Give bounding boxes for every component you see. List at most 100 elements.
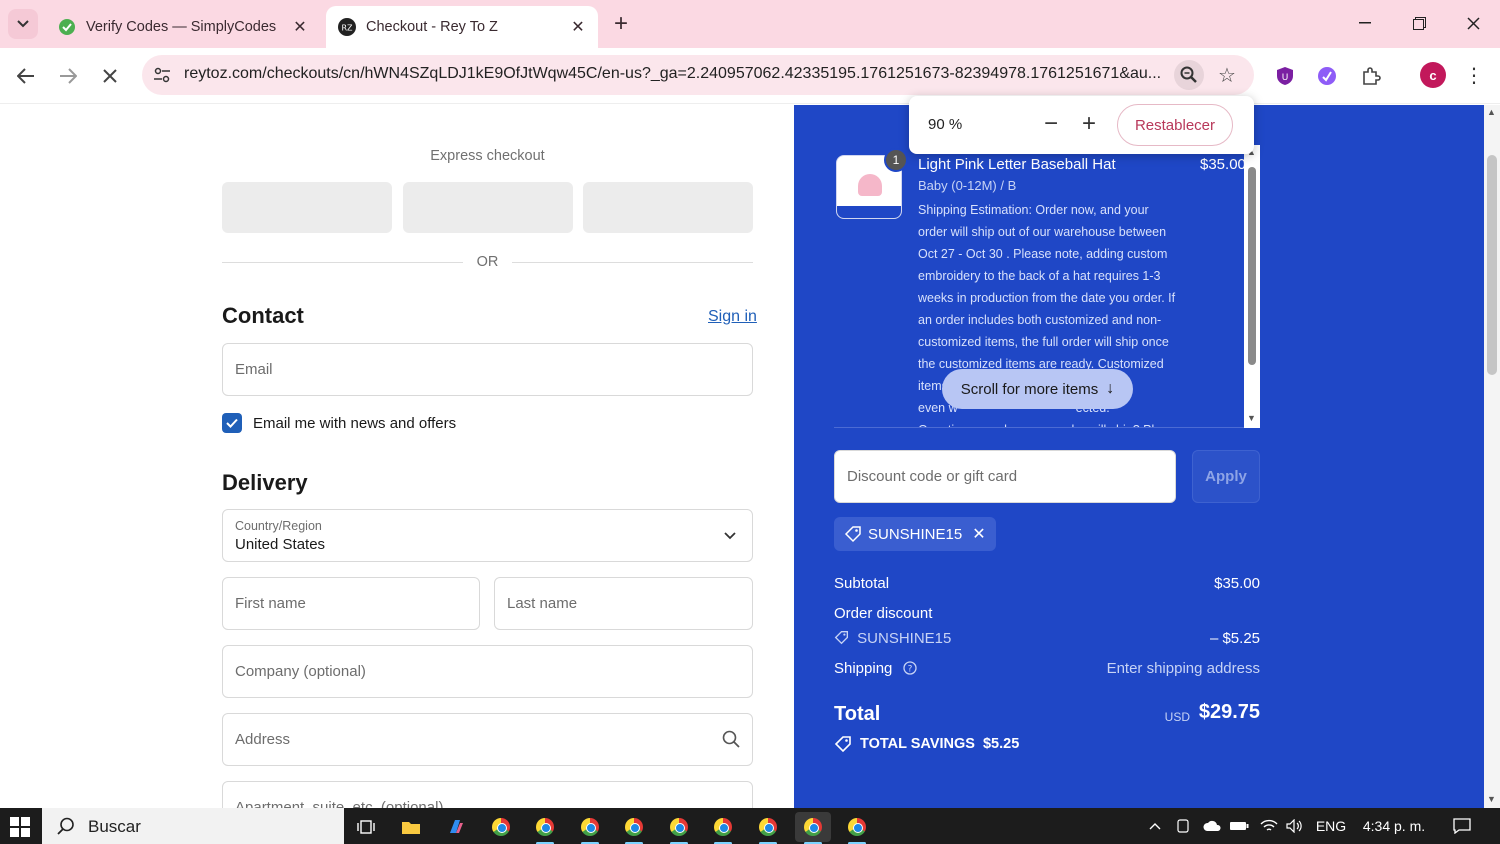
zoom-reset-button[interactable]: Restablecer: [1117, 104, 1233, 146]
scroll-more-label: Scroll for more items: [960, 380, 1099, 398]
chrome-icon[interactable]: [705, 812, 741, 844]
language-indicator[interactable]: ENG: [1312, 808, 1350, 844]
stop-loading-button[interactable]: [94, 60, 126, 92]
zoom-popup: 90 % − + Restablecer: [909, 96, 1254, 154]
browser-tab-strip: Verify Codes — SimplyCodes ✕ RZ Checkout…: [0, 0, 1500, 48]
chrome-icon[interactable]: [572, 812, 608, 844]
total-label: Total: [834, 703, 881, 725]
svg-text:U: U: [1282, 73, 1289, 83]
email-field[interactable]: Email: [222, 343, 753, 396]
notifications-icon[interactable]: [1448, 808, 1476, 844]
task-view-icon[interactable]: [348, 812, 384, 842]
extension-icon[interactable]: [1312, 61, 1342, 91]
windows-taskbar: Buscar ENG 4:34 p. m.: [0, 808, 1500, 844]
chrome-icon[interactable]: [661, 812, 697, 844]
site-info-icon[interactable]: [150, 63, 174, 87]
express-pay-button[interactable]: [222, 182, 392, 233]
chrome-icon[interactable]: [795, 812, 831, 844]
news-offers-row[interactable]: Email me with news and offers: [222, 412, 456, 434]
chrome-icon[interactable]: [750, 812, 786, 844]
scroll-more-button[interactable]: Scroll for more items ↓: [942, 369, 1133, 409]
discount-code-row: SUNSHINE15 – $5.25: [834, 630, 1260, 649]
discount-input[interactable]: Discount code or gift card: [834, 450, 1176, 503]
svg-text:RZ: RZ: [341, 24, 353, 33]
browser-menu-icon[interactable]: ⋮: [1461, 60, 1487, 90]
close-tab-icon[interactable]: ✕: [290, 17, 310, 37]
or-divider: OR: [222, 253, 753, 273]
onedrive-cloud-icon[interactable]: [1200, 808, 1224, 844]
order-discount-label: Order discount: [834, 605, 933, 622]
profile-avatar[interactable]: c: [1420, 62, 1446, 88]
tag-icon: [834, 735, 852, 753]
country-select[interactable]: Country/Region United States: [222, 509, 753, 562]
apply-button[interactable]: Apply: [1192, 450, 1260, 503]
restore-button[interactable]: [1392, 0, 1446, 46]
back-button[interactable]: [10, 60, 42, 92]
country-label: Country/Region: [235, 519, 322, 533]
device-icon[interactable]: [1172, 808, 1194, 844]
chrome-icon[interactable]: [483, 812, 519, 842]
copilot-icon[interactable]: [438, 812, 474, 842]
close-tab-icon[interactable]: ✕: [568, 17, 588, 37]
search-label: Buscar: [88, 817, 141, 836]
shipping-value: Enter shipping address: [1106, 660, 1260, 677]
news-offers-checkbox[interactable]: [222, 413, 242, 433]
tab-checkout[interactable]: RZ Checkout - Rey To Z ✕: [326, 6, 598, 48]
cart-scrollbar[interactable]: ▲ ▼: [1244, 145, 1260, 428]
chrome-icon[interactable]: [839, 812, 875, 844]
zoom-out-button[interactable]: −: [1037, 110, 1065, 138]
tab-simplycodes[interactable]: Verify Codes — SimplyCodes ✕: [46, 6, 320, 48]
url-text[interactable]: reytoz.com/checkouts/cn/hWN4SZqLDJ1kE9Of…: [184, 65, 1164, 83]
clock[interactable]: 4:34 p. m.: [1358, 808, 1430, 844]
delivery-heading: Delivery: [222, 470, 308, 495]
file-explorer-icon[interactable]: [393, 812, 429, 842]
ublock-extension-icon[interactable]: U: [1270, 61, 1300, 91]
chrome-icon[interactable]: [527, 812, 563, 844]
minimize-button[interactable]: [1338, 0, 1392, 46]
close-window-button[interactable]: [1446, 0, 1500, 46]
chrome-icon[interactable]: [616, 812, 652, 844]
bookmark-star-icon[interactable]: ☆: [1212, 60, 1242, 90]
tab-search-button[interactable]: [8, 9, 38, 39]
close-icon: [103, 69, 117, 83]
extensions-puzzle-icon[interactable]: [1356, 61, 1386, 91]
forward-arrow-icon: [60, 68, 77, 84]
back-arrow-icon: [17, 68, 34, 84]
discount-value: – $5.25: [1209, 630, 1260, 647]
reytoz-favicon-icon: RZ: [338, 18, 356, 36]
express-checkout-title: Express checkout: [430, 148, 545, 164]
email-placeholder: Email: [235, 361, 273, 378]
battery-icon[interactable]: [1228, 808, 1250, 844]
page-scrollbar[interactable]: ▲ ▼: [1484, 105, 1500, 808]
checkout-form: Express checkout OR Contact Sign in Emai…: [0, 105, 794, 808]
product-price: $35.00: [1200, 156, 1246, 173]
windows-start-icon[interactable]: [10, 817, 30, 837]
subtotal-row: Subtotal $35.00: [834, 575, 1260, 592]
address-field[interactable]: Address: [222, 713, 753, 766]
help-icon[interactable]: ?: [902, 661, 917, 679]
express-pay-button[interactable]: [403, 182, 573, 233]
address-bar[interactable]: reytoz.com/checkouts/cn/hWN4SZqLDJ1kE9Of…: [142, 55, 1254, 95]
tag-icon: [844, 525, 862, 543]
zoom-in-button[interactable]: +: [1075, 110, 1103, 138]
wifi-icon[interactable]: [1258, 808, 1280, 844]
taskbar-search[interactable]: Buscar: [42, 808, 344, 844]
chevron-up-icon: [1149, 823, 1161, 830]
first-name-field[interactable]: First name: [222, 577, 480, 630]
zoom-icon[interactable]: [1174, 60, 1204, 90]
apartment-placeholder: Apartment, suite, etc. (optional): [235, 799, 444, 808]
volume-icon[interactable]: [1284, 808, 1306, 844]
sign-in-link[interactable]: Sign in: [708, 308, 757, 326]
company-field[interactable]: Company (optional): [222, 645, 753, 698]
tab-title: Verify Codes — SimplyCodes: [86, 19, 277, 35]
remove-code-icon[interactable]: ✕: [972, 524, 985, 544]
shipping-label: Shipping: [834, 660, 893, 677]
new-tab-button[interactable]: +: [608, 10, 634, 37]
forward-button[interactable]: [52, 60, 84, 92]
last-name-field[interactable]: Last name: [494, 577, 753, 630]
show-hidden-icons[interactable]: [1144, 808, 1166, 844]
express-pay-button[interactable]: [583, 182, 753, 233]
chevron-down-icon: [17, 20, 29, 28]
apartment-field[interactable]: Apartment, suite, etc. (optional): [222, 781, 753, 808]
minimize-icon: [1359, 22, 1371, 24]
